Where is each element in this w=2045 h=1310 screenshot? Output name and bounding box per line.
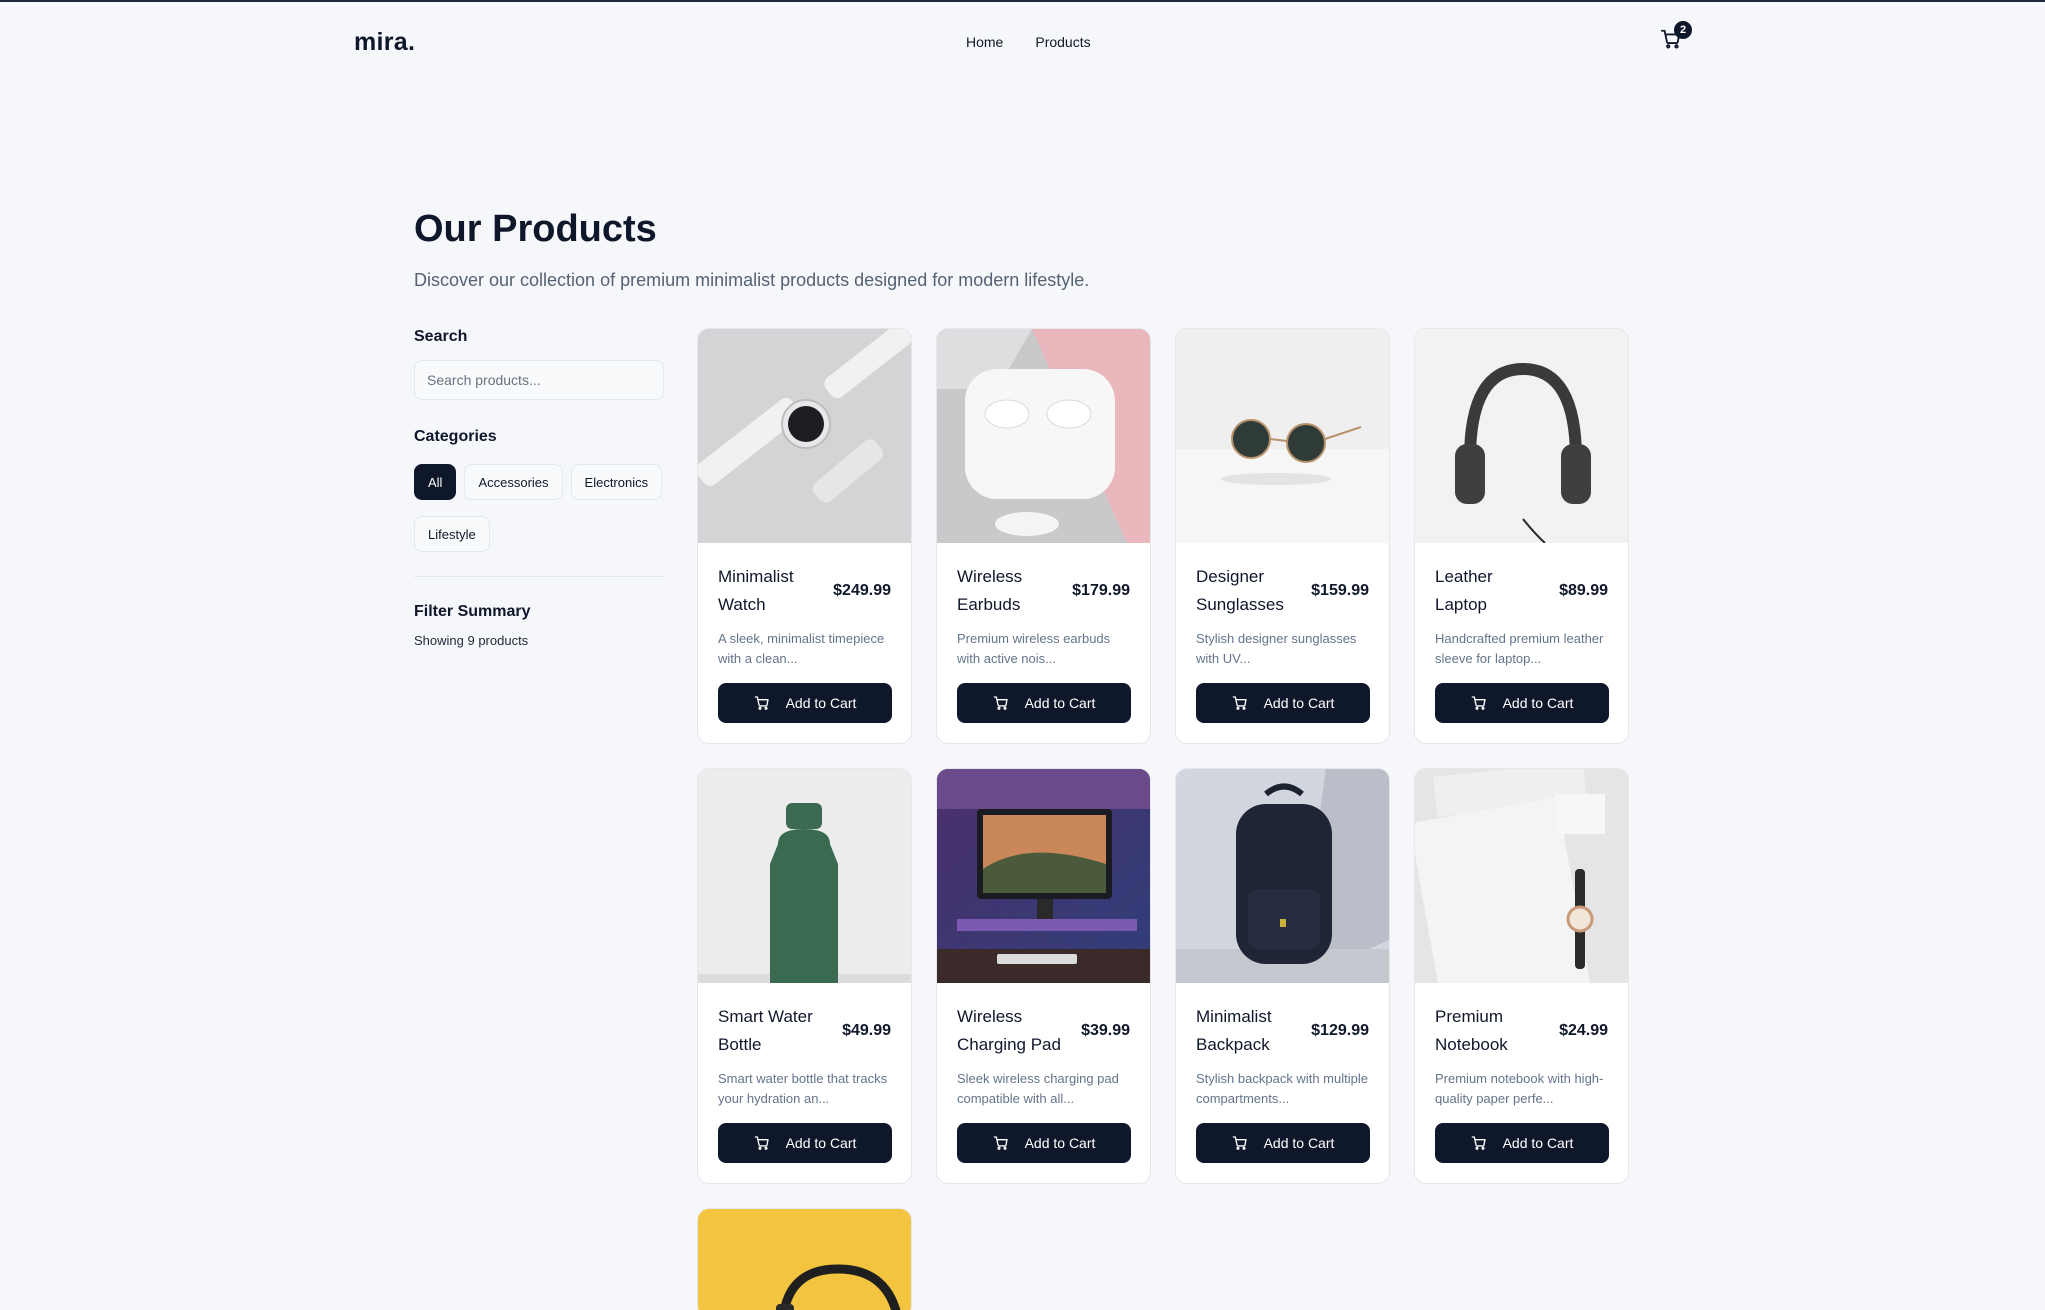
product-name[interactable]: Wireless Earbuds xyxy=(957,563,1067,619)
product-description: Stylish backpack with multiple compartme… xyxy=(1196,1071,1368,1106)
add-to-cart-label: Add to Cart xyxy=(1024,695,1096,711)
categories-heading: Categories xyxy=(414,428,497,445)
category-chip-all[interactable]: All xyxy=(414,464,457,500)
add-to-cart-label: Add to Cart xyxy=(1263,695,1335,711)
product-name[interactable]: Designer Sunglasses xyxy=(1196,563,1306,619)
product-image-earbuds[interactable] xyxy=(937,329,1150,543)
cart-icon xyxy=(754,1136,769,1150)
product-card[interactable]: Minimalist Watch $249.99 A sleek, minima… xyxy=(697,328,912,744)
product-name[interactable]: Minimalist Backpack xyxy=(1196,1003,1306,1059)
product-card[interactable]: Leather Laptop $89.99 Handcrafted premiu… xyxy=(1414,328,1629,744)
cart-icon xyxy=(1232,696,1247,710)
cart-icon xyxy=(1232,1136,1247,1150)
filter-sidebar: Search Categories All Accessories Electr… xyxy=(414,328,664,648)
add-to-cart-label: Add to Cart xyxy=(1502,1135,1574,1151)
product-name[interactable]: Premium Notebook xyxy=(1435,1003,1545,1059)
search-input[interactable] xyxy=(414,360,664,400)
sidebar-divider xyxy=(414,576,664,577)
product-card[interactable]: Premium Notebook $24.99 Premium notebook… xyxy=(1414,768,1629,1184)
add-to-cart-button[interactable]: Add to Cart xyxy=(957,683,1131,723)
product-image-notebook[interactable] xyxy=(1415,769,1628,983)
add-to-cart-button[interactable]: Add to Cart xyxy=(1435,1123,1609,1163)
page-subtitle: Discover our collection of premium minim… xyxy=(414,270,1090,290)
product-grid: Minimalist Watch $249.99 A sleek, minima… xyxy=(697,328,1629,1310)
add-to-cart-button[interactable]: Add to Cart xyxy=(1196,683,1370,723)
product-image-backpack[interactable] xyxy=(1176,769,1389,983)
product-price: $129.99 xyxy=(1311,1022,1369,1039)
site-logo[interactable]: mira. xyxy=(354,28,415,57)
product-price: $249.99 xyxy=(833,582,891,599)
product-card[interactable]: Designer Sunglasses $159.99 Stylish desi… xyxy=(1175,328,1390,744)
product-description: Handcrafted premium leather sleeve for l… xyxy=(1435,631,1604,666)
product-price: $49.99 xyxy=(842,1022,891,1039)
nav-products-link[interactable]: Products xyxy=(1035,34,1090,50)
product-card[interactable] xyxy=(697,1208,912,1310)
product-price: $39.99 xyxy=(1081,1022,1130,1039)
category-chip-lifestyle[interactable]: Lifestyle xyxy=(414,516,490,552)
product-image-desk[interactable] xyxy=(937,769,1150,983)
category-chip-accessories[interactable]: Accessories xyxy=(464,464,563,500)
search-heading: Search xyxy=(414,328,468,345)
product-image-headphones[interactable] xyxy=(1415,329,1628,543)
product-name[interactable]: Wireless Charging Pad xyxy=(957,1003,1067,1059)
product-description: A sleek, minimalist timepiece with a cle… xyxy=(718,631,885,666)
category-chip-electronics[interactable]: Electronics xyxy=(570,464,663,500)
product-card[interactable]: Smart Water Bottle $49.99 Smart water bo… xyxy=(697,768,912,1184)
product-price: $159.99 xyxy=(1311,582,1369,599)
add-to-cart-button[interactable]: Add to Cart xyxy=(1196,1123,1370,1163)
cart-icon xyxy=(1471,1136,1486,1150)
add-to-cart-button[interactable]: Add to Cart xyxy=(718,1123,892,1163)
add-to-cart-label: Add to Cart xyxy=(785,695,857,711)
product-description: Smart water bottle that tracks your hydr… xyxy=(718,1071,888,1106)
add-to-cart-label: Add to Cart xyxy=(785,1135,857,1151)
category-chips: All Accessories Electronics Lifestyle xyxy=(414,464,664,552)
add-to-cart-label: Add to Cart xyxy=(1502,695,1574,711)
product-price: $89.99 xyxy=(1559,582,1608,599)
product-description: Sleek wireless charging pad compatible w… xyxy=(957,1071,1119,1106)
product-image-watch[interactable] xyxy=(698,329,911,543)
add-to-cart-button[interactable]: Add to Cart xyxy=(957,1123,1131,1163)
cart-icon xyxy=(993,1136,1008,1150)
product-name[interactable]: Leather Laptop xyxy=(1435,563,1545,619)
product-price: $179.99 xyxy=(1072,582,1130,599)
product-image-headphones-yellow[interactable] xyxy=(698,1209,911,1310)
product-description: Premium notebook with high-quality paper… xyxy=(1435,1071,1604,1106)
cart-button[interactable]: 2 xyxy=(1660,21,1692,54)
filter-summary-heading: Filter Summary xyxy=(414,603,531,620)
product-price: $24.99 xyxy=(1559,1022,1608,1039)
cart-icon xyxy=(993,696,1008,710)
add-to-cart-button[interactable]: Add to Cart xyxy=(1435,683,1609,723)
site-header: mira. Home Products 2 xyxy=(0,2,2045,86)
page-title: Our Products xyxy=(414,208,657,250)
product-card[interactable]: Wireless Charging Pad $39.99 Sleek wirel… xyxy=(936,768,1151,1184)
cart-icon xyxy=(754,696,769,710)
product-image-sunglasses[interactable] xyxy=(1176,329,1389,543)
main-nav: Home Products xyxy=(966,34,1091,50)
filter-summary-count: Showing 9 products xyxy=(414,633,529,648)
product-card[interactable]: Wireless Earbuds $179.99 Premium wireles… xyxy=(936,328,1151,744)
product-description: Premium wireless earbuds with active noi… xyxy=(957,631,1111,666)
product-description: Stylish designer sunglasses with UV... xyxy=(1196,631,1357,666)
cart-icon xyxy=(1471,696,1486,710)
product-name[interactable]: Minimalist Watch xyxy=(718,563,828,619)
cart-count-badge: 2 xyxy=(1674,21,1692,39)
nav-home-link[interactable]: Home xyxy=(966,34,1003,50)
add-to-cart-button[interactable]: Add to Cart xyxy=(718,683,892,723)
product-card[interactable]: Minimalist Backpack $129.99 Stylish back… xyxy=(1175,768,1390,1184)
product-name[interactable]: Smart Water Bottle xyxy=(718,1003,828,1059)
add-to-cart-label: Add to Cart xyxy=(1263,1135,1335,1151)
add-to-cart-label: Add to Cart xyxy=(1024,1135,1096,1151)
product-image-bottle[interactable] xyxy=(698,769,911,983)
